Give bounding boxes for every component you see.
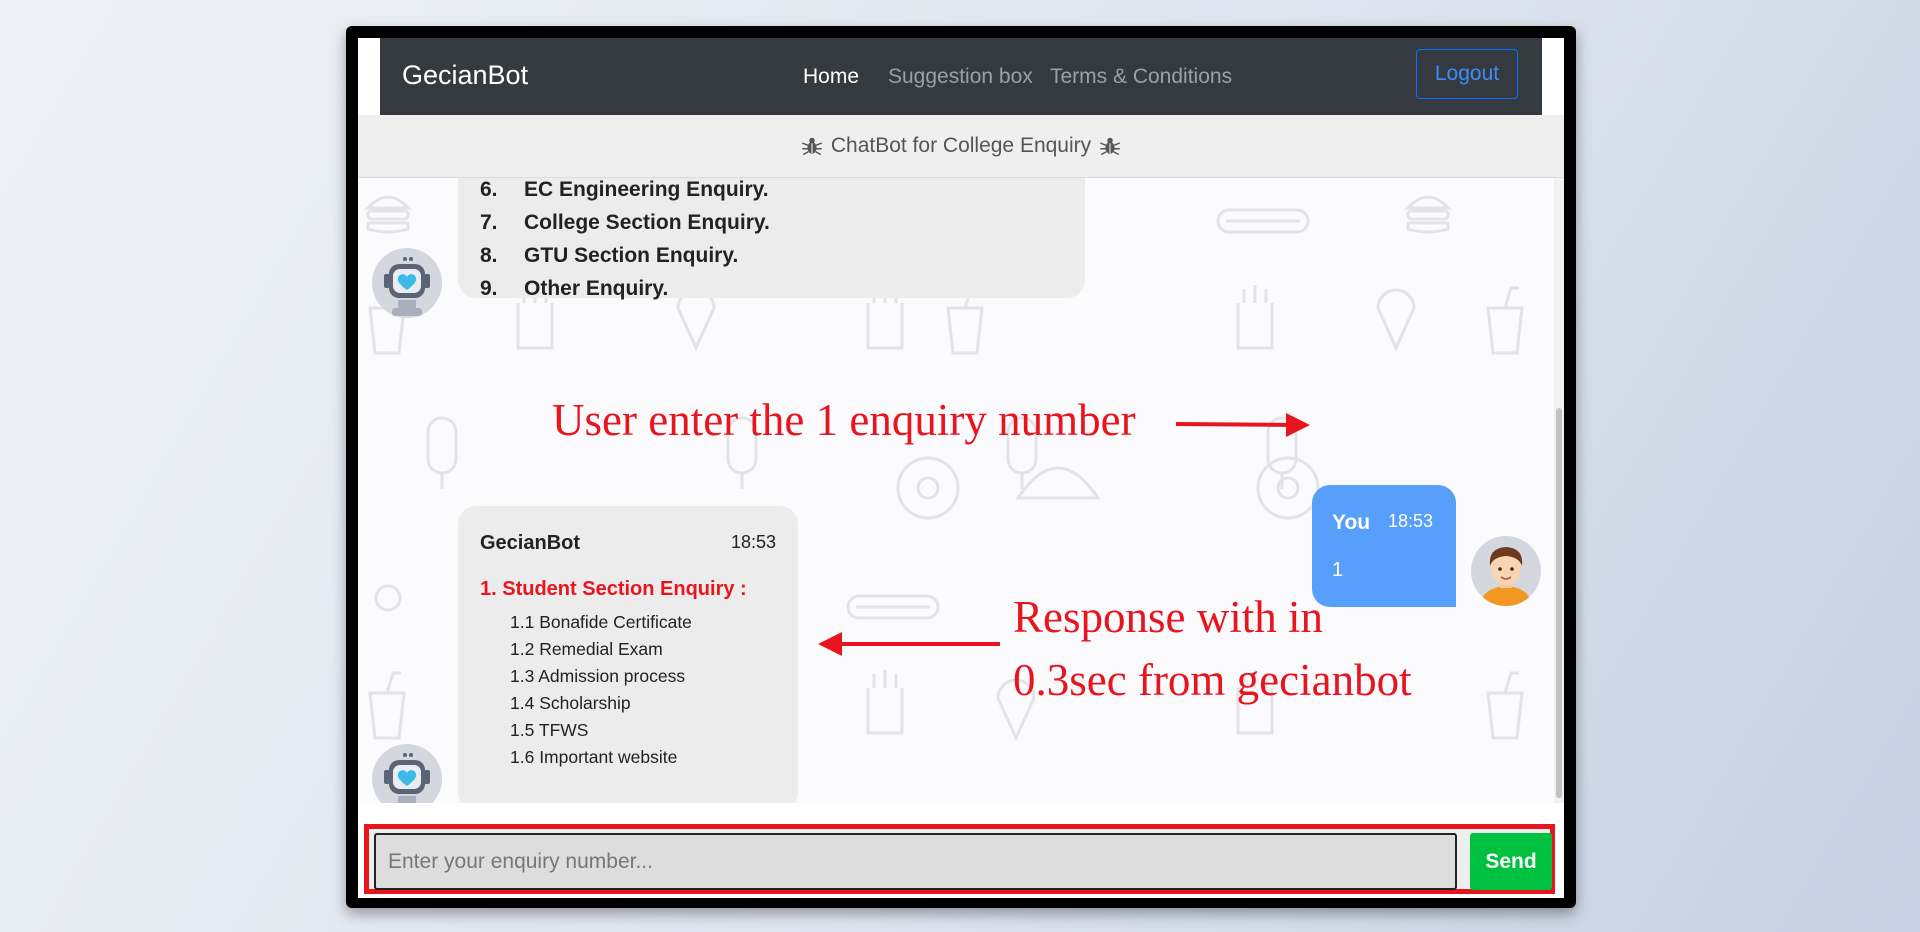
scrollbar-thumb[interactable] [1556, 408, 1562, 798]
brand-logo[interactable]: GecianBot [402, 60, 528, 91]
chat-header-title: ChatBot for College Enquiry [830, 134, 1092, 157]
bug-icon [801, 137, 822, 155]
navbar: GecianBot Home Suggestion box Terms & Co… [380, 38, 1542, 115]
nav-suggestion-box-link[interactable]: Suggestion box [888, 65, 1033, 89]
app-window: GecianBot Home Suggestion box Terms & Co… [358, 38, 1564, 898]
chat-header: ChatBot for College Enquiry [358, 115, 1564, 178]
browser-frame: GecianBot Home Suggestion box Terms & Co… [346, 26, 1576, 908]
chat-scrollbar[interactable] [1554, 178, 1564, 803]
nav-terms-link[interactable]: Terms & Conditions [1050, 65, 1232, 89]
logout-button[interactable]: Logout [1416, 49, 1518, 99]
chat-messages-area[interactable]: 6. EC Engineering Enquiry. 7. College Sect… [358, 178, 1554, 803]
enquiry-number-input[interactable] [374, 833, 1457, 890]
send-button[interactable]: Send [1470, 833, 1552, 890]
bug-icon [1100, 137, 1121, 155]
arrow-right-icon [1175, 422, 1297, 427]
annotation-arrows [818, 413, 1310, 656]
message-input-bar: Send [364, 824, 1555, 894]
nav-home-link[interactable]: Home [803, 65, 859, 89]
